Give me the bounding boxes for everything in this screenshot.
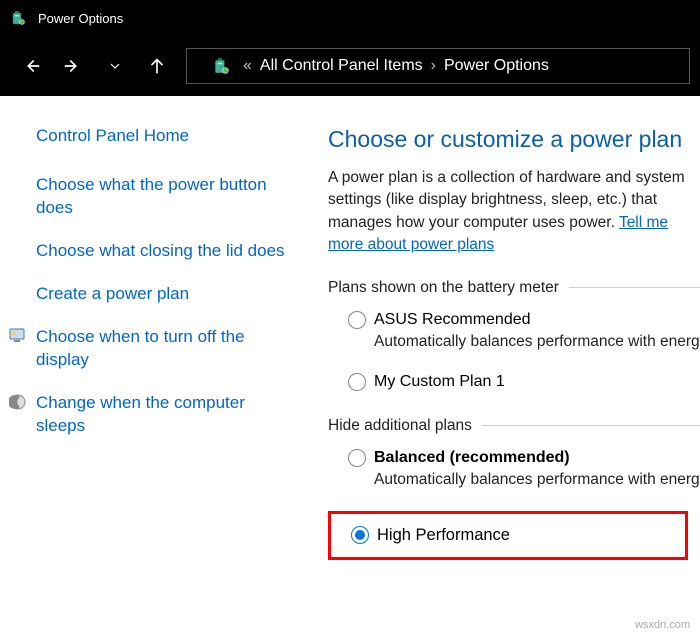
radio-icon-checked[interactable] xyxy=(351,526,369,544)
breadcrumb-prefix-chevron: « xyxy=(243,57,252,75)
radio-icon[interactable] xyxy=(348,449,366,467)
breadcrumb-separator-icon: › xyxy=(431,57,436,75)
sidebar-link-sleep[interactable]: Change when the computer sleeps xyxy=(36,392,290,438)
back-button[interactable] xyxy=(10,46,52,86)
up-button[interactable] xyxy=(136,46,178,86)
monitor-icon xyxy=(8,326,28,346)
group-label-battery-meter: Plans shown on the battery meter xyxy=(328,279,700,297)
recent-dropdown-button[interactable] xyxy=(94,46,136,86)
highlight-box: High Performance xyxy=(328,511,688,560)
plan-description: Automatically balances performance with … xyxy=(328,471,700,489)
page-description: A power plan is a collection of hardware… xyxy=(328,167,700,257)
address-bar[interactable]: « All Control Panel Items › Power Option… xyxy=(186,48,690,84)
window-title: Power Options xyxy=(38,11,123,26)
titlebar: Power Options xyxy=(0,0,700,36)
sidebar-link-create-plan[interactable]: Create a power plan xyxy=(36,283,290,306)
moon-icon xyxy=(8,392,28,412)
sidebar-link-closing-lid[interactable]: Choose what closing the lid does xyxy=(36,240,290,263)
breadcrumb-part[interactable]: Power Options xyxy=(444,57,549,75)
forward-button[interactable] xyxy=(52,46,94,86)
navbar: « All Control Panel Items › Power Option… xyxy=(0,36,700,96)
plan-description: Automatically balances performance with … xyxy=(328,333,700,351)
page-heading: Choose or customize a power plan xyxy=(328,126,700,153)
battery-icon xyxy=(8,8,28,28)
plan-high-performance[interactable]: High Performance xyxy=(377,526,510,545)
plan-asus-recommended[interactable]: ASUS Recommended xyxy=(328,311,700,329)
main-panel: Choose or customize a power plan A power… xyxy=(310,126,700,560)
sidebar: Control Panel Home Choose what the power… xyxy=(0,126,310,560)
sidebar-link-turn-off-display[interactable]: Choose when to turn off the display xyxy=(36,326,290,372)
breadcrumb-part[interactable]: All Control Panel Items xyxy=(260,57,423,75)
radio-icon[interactable] xyxy=(348,373,366,391)
plan-custom[interactable]: My Custom Plan 1 xyxy=(328,373,700,391)
watermark: wsxdn.com xyxy=(635,619,690,631)
control-panel-home-link[interactable]: Control Panel Home xyxy=(36,126,290,146)
plan-balanced[interactable]: Balanced (recommended) xyxy=(328,449,700,467)
battery-icon xyxy=(207,57,235,75)
radio-icon[interactable] xyxy=(348,311,366,329)
sidebar-link-power-button[interactable]: Choose what the power button does xyxy=(36,174,290,220)
group-label-hide-plans[interactable]: Hide additional plans xyxy=(328,417,700,435)
